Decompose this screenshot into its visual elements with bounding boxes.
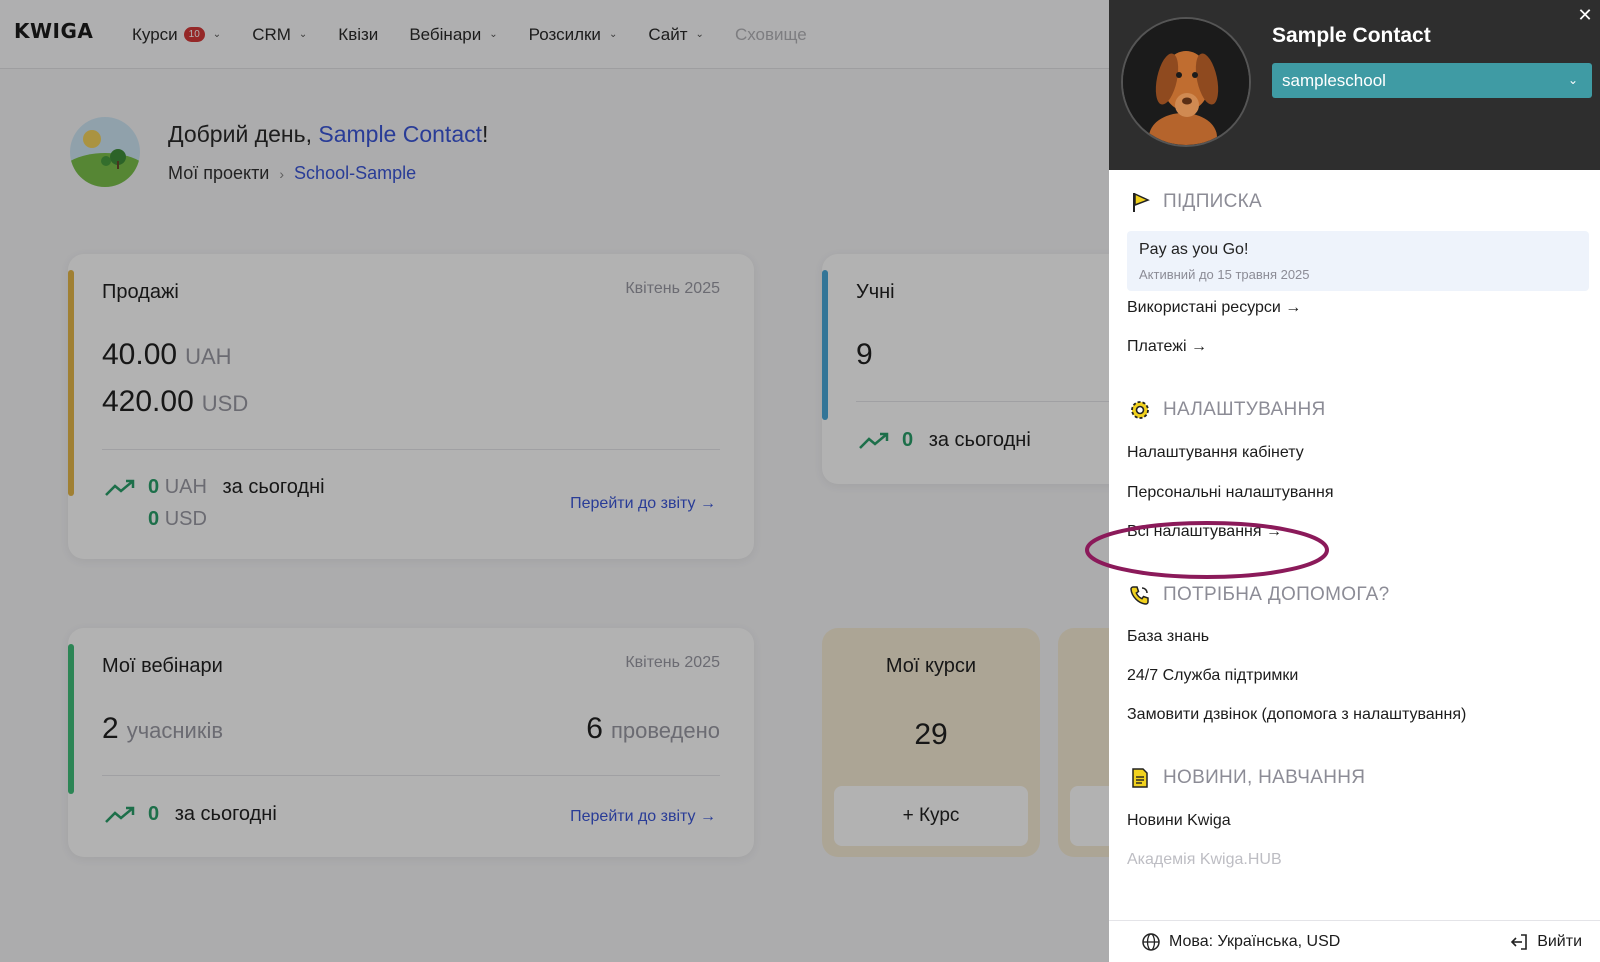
phone-icon xyxy=(1129,584,1151,606)
profile-name: Sample Contact xyxy=(1272,24,1431,47)
news-heading: НОВИНИ, НАВЧАННЯ xyxy=(1129,767,1365,789)
payments-link[interactable]: Платежі → xyxy=(1127,338,1207,356)
subscription-plan-box: Pay as you Go! Активний до 15 травня 202… xyxy=(1127,231,1589,291)
order-call-link[interactable]: Замовити дзвінок (допомога з налаштуванн… xyxy=(1127,706,1466,724)
highlight-ellipse xyxy=(1085,521,1329,579)
cabinet-settings-link[interactable]: Налаштування кабінету xyxy=(1127,444,1304,462)
drawer-footer: Мова: Українська, USD Вийти xyxy=(1109,920,1600,962)
profile-drawer: ✕ Sample Contact sampleschool ⌄ ПІДПИСКА… xyxy=(1109,0,1600,962)
logout-icon xyxy=(1511,934,1527,950)
chevron-down-icon: ⌄ xyxy=(1567,73,1578,87)
kwiga-academy-link[interactable]: Академія Kwiga.HUB xyxy=(1127,851,1282,869)
settings-heading-label: НАЛАШТУВАННЯ xyxy=(1163,399,1326,420)
support-service-link[interactable]: 24/7 Служба підтримки xyxy=(1127,667,1298,685)
settings-heading: НАЛАШТУВАННЯ xyxy=(1129,399,1326,421)
school-select-value: sampleschool xyxy=(1282,71,1386,90)
profile-avatar[interactable] xyxy=(1121,17,1251,147)
subscription-heading-label: ПІДПИСКА xyxy=(1163,191,1262,212)
modal-overlay[interactable] xyxy=(0,0,1109,962)
close-icon[interactable]: ✕ xyxy=(1574,4,1596,26)
personal-settings-link[interactable]: Персональні налаштування xyxy=(1127,484,1333,502)
language-selector[interactable]: Мова: Українська, USD xyxy=(1141,932,1340,952)
language-label: Мова: Українська, USD xyxy=(1169,933,1341,950)
plan-status: Активний до 15 травня 2025 xyxy=(1139,267,1310,282)
document-icon xyxy=(1129,767,1151,789)
dog-photo-icon xyxy=(1123,19,1249,145)
school-select[interactable]: sampleschool ⌄ xyxy=(1272,63,1592,98)
logout-button[interactable]: Вийти xyxy=(1509,932,1582,952)
flag-icon xyxy=(1129,191,1151,213)
help-heading-label: ПОТРІБНА ДОПОМОГА? xyxy=(1163,584,1390,605)
used-resources-link[interactable]: Використані ресурси → xyxy=(1127,299,1301,317)
drawer-header: ✕ Sample Contact sampleschool ⌄ xyxy=(1109,0,1600,170)
news-heading-label: НОВИНИ, НАВЧАННЯ xyxy=(1163,767,1366,788)
logout-label: Вийти xyxy=(1537,933,1582,950)
gear-icon xyxy=(1129,399,1151,421)
knowledge-base-link[interactable]: База знань xyxy=(1127,628,1209,646)
subscription-heading: ПІДПИСКА xyxy=(1129,191,1262,213)
globe-icon xyxy=(1142,933,1160,951)
help-heading: ПОТРІБНА ДОПОМОГА? xyxy=(1129,584,1389,606)
plan-name: Pay as you Go! xyxy=(1139,241,1249,258)
kwiga-news-link[interactable]: Новини Kwiga xyxy=(1127,812,1231,830)
